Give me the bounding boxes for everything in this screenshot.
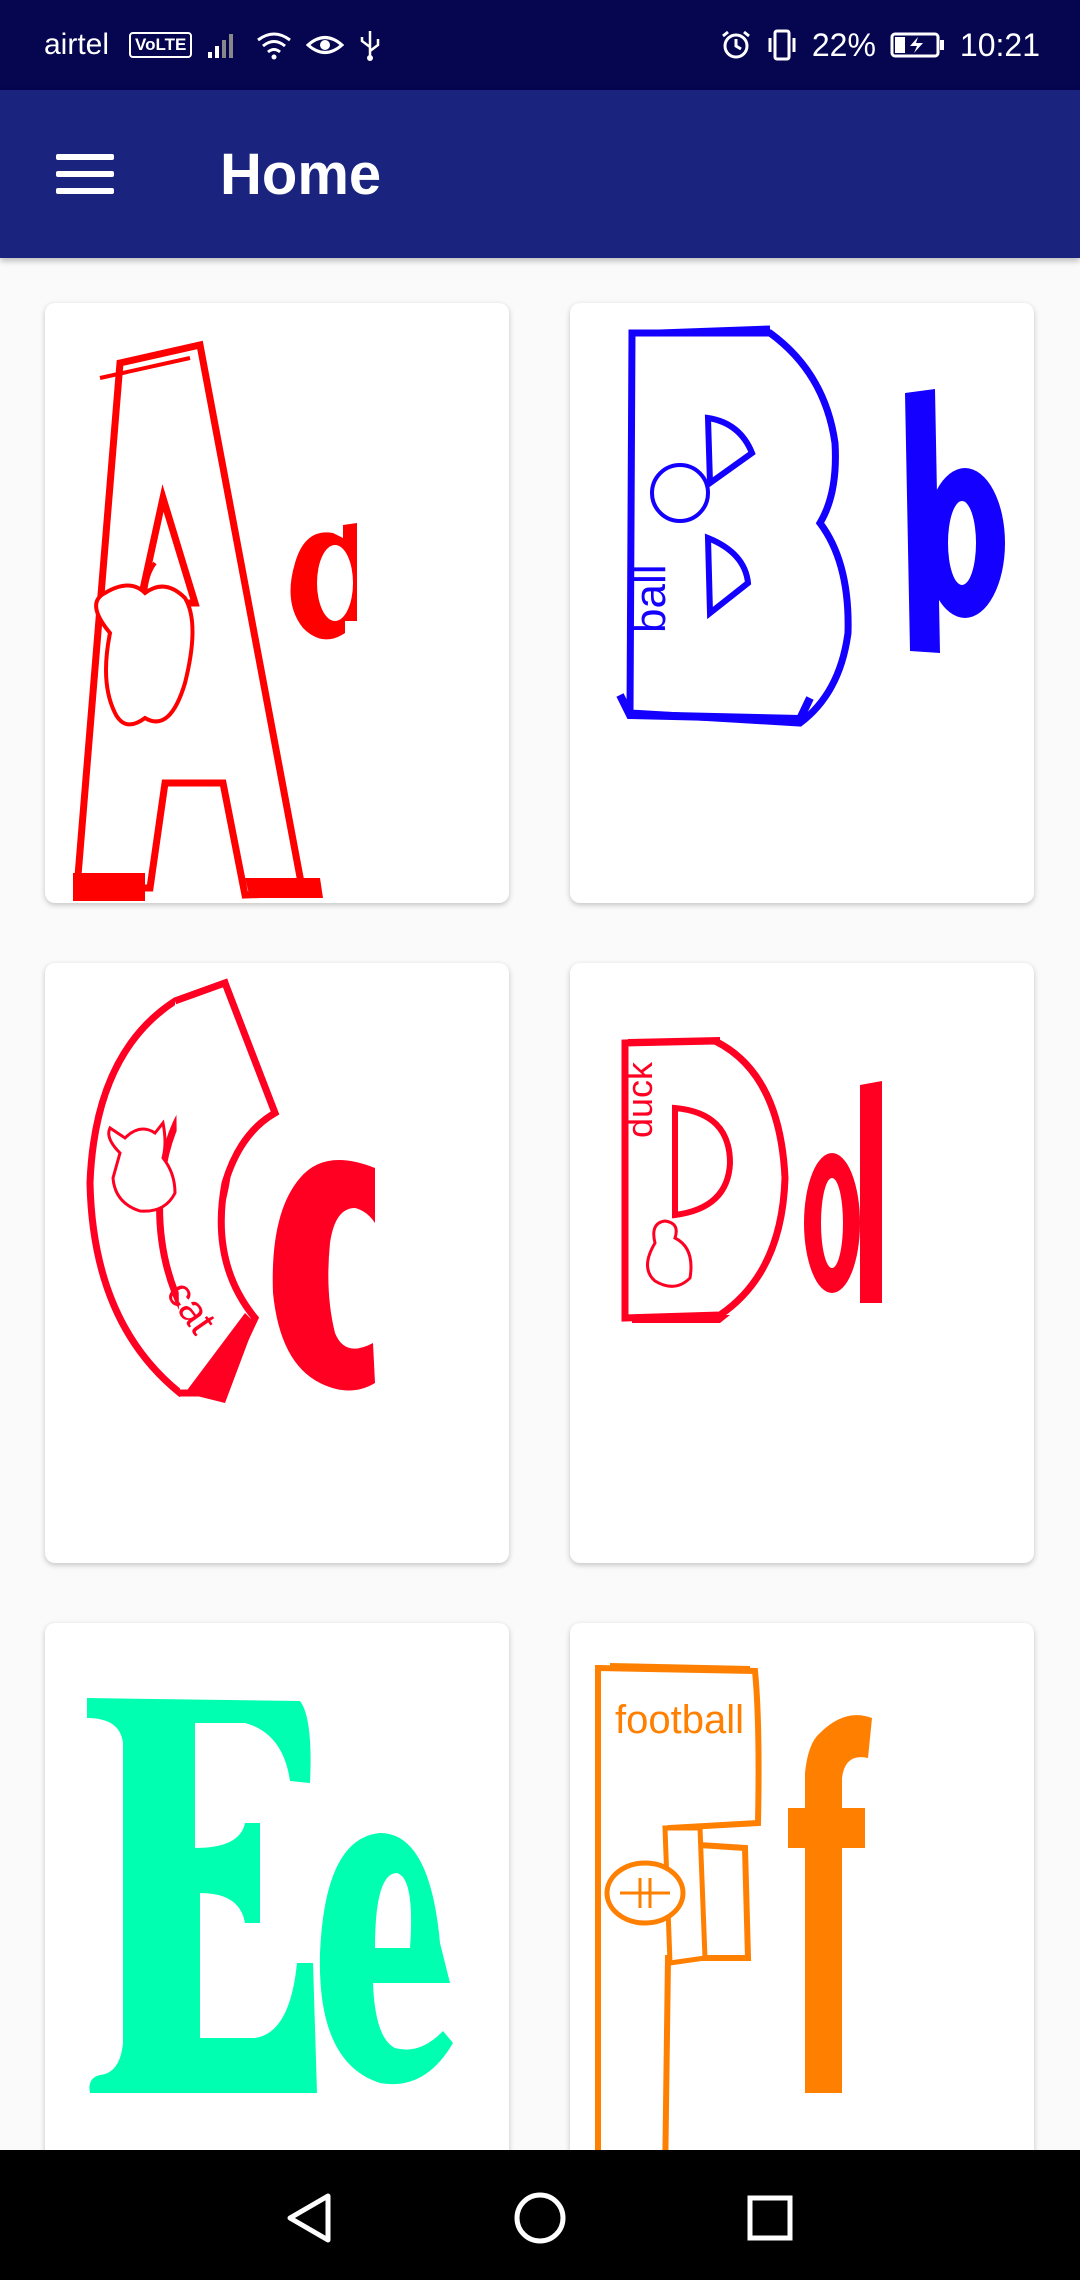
letter-a-illustration: A bbox=[73, 340, 357, 901]
alphabet-card-c[interactable]: cat bbox=[45, 963, 509, 1563]
word-label-football: football bbox=[615, 1698, 744, 1742]
letter-d-illustration: duck bbox=[619, 1037, 882, 1323]
status-bar: airtel VoLTE 22% 10:21 bbox=[0, 0, 1080, 90]
letter-f-illustration: football bbox=[595, 1663, 872, 2150]
clock: 10:21 bbox=[959, 26, 1040, 63]
usb-icon bbox=[358, 29, 382, 61]
battery-charging-icon bbox=[890, 30, 946, 60]
battery-percent: 22% bbox=[811, 26, 876, 63]
eye-icon bbox=[306, 30, 345, 60]
word-label-duck: duck bbox=[619, 1061, 660, 1138]
word-label-ball: ball bbox=[626, 565, 675, 634]
alphabet-card-f[interactable]: football bbox=[570, 1623, 1034, 2150]
signal-icon bbox=[206, 30, 242, 60]
alphabet-card-d[interactable]: duck bbox=[570, 963, 1034, 1563]
alphabet-card-b[interactable]: ball bbox=[570, 303, 1034, 903]
letter-c-illustration: cat bbox=[86, 978, 375, 1403]
letter-b-illustration: ball bbox=[616, 325, 1005, 727]
page-title: Home bbox=[220, 141, 382, 207]
wifi-icon bbox=[256, 30, 292, 60]
alphabet-card-a[interactable]: A bbox=[45, 303, 509, 903]
volte-badge: VoLTE bbox=[129, 32, 193, 58]
alarm-icon bbox=[720, 29, 752, 61]
home-icon[interactable] bbox=[510, 2188, 570, 2248]
back-icon[interactable] bbox=[280, 2188, 340, 2248]
system-nav-bar bbox=[0, 2150, 1080, 2280]
letter-e-illustration: E bbox=[87, 1698, 453, 2093]
recents-icon[interactable] bbox=[740, 2188, 800, 2248]
alphabet-card-e[interactable]: E bbox=[45, 1623, 509, 2150]
alphabet-grid: A ball cat duck football bbox=[0, 258, 1080, 2150]
app-bar: Home bbox=[0, 90, 1080, 258]
hamburger-menu-icon[interactable] bbox=[56, 154, 114, 194]
vibrate-icon bbox=[766, 28, 798, 62]
carrier-label: airtel bbox=[44, 28, 110, 61]
